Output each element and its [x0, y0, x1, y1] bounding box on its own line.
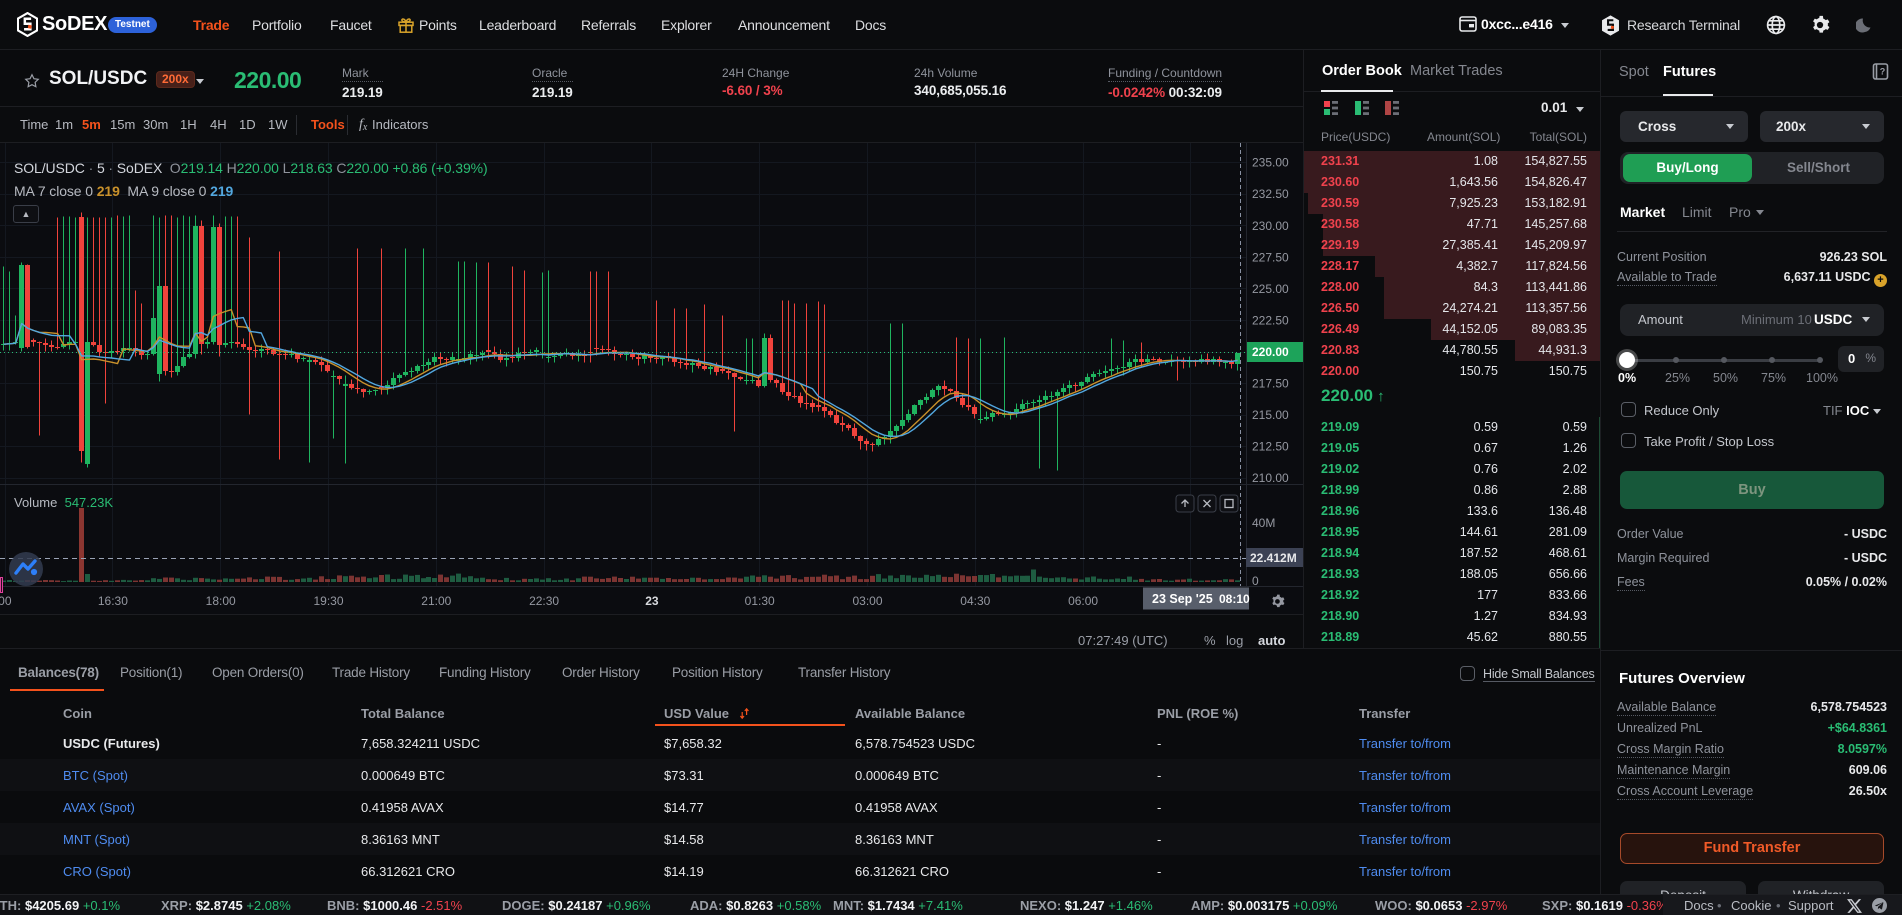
svg-text:18:00: 18:00: [206, 594, 236, 608]
svg-text:210.00: 210.00: [1252, 471, 1289, 485]
svg-text:04:30: 04:30: [960, 594, 990, 608]
svg-text:40M: 40M: [1252, 516, 1275, 530]
svg-text:23 Sep '25: 23 Sep '25: [1152, 592, 1213, 606]
svg-text:15:00: 15:00: [0, 594, 12, 608]
svg-text:215.00: 215.00: [1252, 408, 1289, 422]
svg-text:03:00: 03:00: [852, 594, 882, 608]
svg-text:227.50: 227.50: [1252, 250, 1289, 264]
svg-text:217.50: 217.50: [1252, 377, 1289, 391]
svg-text:225.00: 225.00: [1252, 282, 1289, 296]
svg-text:232.50: 232.50: [1252, 187, 1289, 201]
svg-text:?: ?: [1880, 67, 1886, 77]
svg-text:22.412M: 22.412M: [1250, 551, 1297, 565]
svg-text:19:30: 19:30: [313, 594, 343, 608]
svg-text:212.50: 212.50: [1252, 440, 1289, 454]
svg-text:23: 23: [645, 594, 659, 608]
svg-text:21:00: 21:00: [421, 594, 451, 608]
svg-text:0: 0: [1252, 574, 1259, 588]
svg-text:220.00: 220.00: [1252, 345, 1289, 359]
svg-text:235.00: 235.00: [1252, 156, 1289, 170]
svg-text:01:30: 01:30: [745, 594, 775, 608]
svg-text:16:30: 16:30: [98, 594, 128, 608]
svg-text:222.50: 222.50: [1252, 313, 1289, 327]
svg-text:08:10: 08:10: [1219, 592, 1250, 606]
svg-text:230.00: 230.00: [1252, 219, 1289, 233]
svg-text:22:30: 22:30: [529, 594, 559, 608]
svg-text:06:00: 06:00: [1068, 594, 1098, 608]
